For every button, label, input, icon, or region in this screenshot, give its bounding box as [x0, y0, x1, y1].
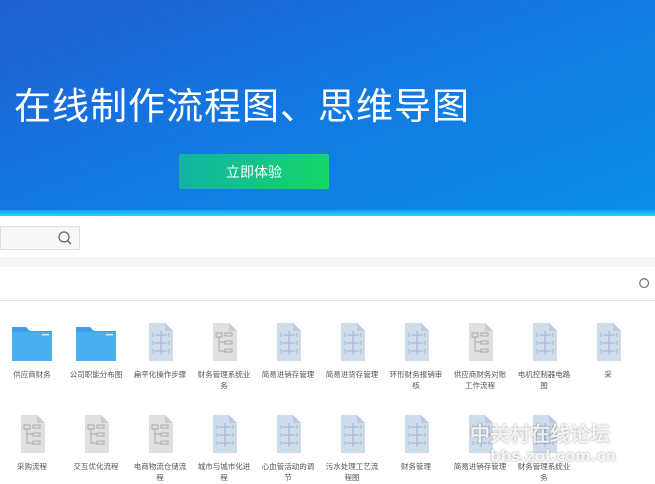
template-label: 供应商财务	[13, 370, 51, 379]
template-item[interactable]: 污水处理工艺流程图	[320, 415, 384, 483]
template-file-icon	[140, 323, 180, 361]
template-file-icon	[396, 415, 436, 453]
banner-edge	[0, 210, 655, 216]
template-label: 心血管活动的调节	[261, 462, 315, 482]
template-label: 采购流程	[17, 462, 47, 471]
template-label: 环形财务报销审核	[389, 370, 443, 390]
hero-title: 在线制作流程图、思维导图	[14, 85, 470, 128]
template-file-icon	[268, 415, 308, 453]
hero-banner: 在线制作流程图、思维导图 立即体验	[0, 0, 655, 216]
template-label: 电机控制器电路图	[517, 370, 571, 390]
template-file-icon	[140, 415, 180, 453]
template-label: 财务管理	[401, 462, 431, 471]
template-item[interactable]: 简易进货存管理	[320, 323, 384, 380]
watermark-line1: 中关村在线论坛	[470, 422, 610, 446]
template-file-icon	[396, 323, 436, 361]
search-input[interactable]	[0, 226, 80, 250]
template-item[interactable]: 供应商财务对账工作流程	[448, 323, 512, 391]
template-label: 简易进销存管理	[261, 370, 315, 379]
template-item[interactable]: 采	[576, 323, 640, 380]
template-file-icon	[12, 415, 52, 453]
template-label: 供应商财务对账工作流程	[453, 370, 507, 390]
watermark-line2: bbs.zol.com.cn	[490, 447, 617, 465]
template-item[interactable]: 财务管理	[384, 415, 448, 472]
template-item[interactable]: 环形财务报销审核	[384, 323, 448, 391]
template-file-icon	[204, 415, 244, 453]
template-item[interactable]: 财务管理系统业务	[192, 323, 256, 391]
folder-icon	[12, 323, 52, 361]
watermark: 中关村在线论坛 bbs.zol.com.cn	[470, 418, 616, 465]
template-label: 扁平化操作步骤	[133, 370, 187, 379]
search-icon[interactable]	[638, 277, 652, 291]
template-item[interactable]: 城市与城市化进程	[192, 415, 256, 483]
template-item[interactable]: 公司职能分布图	[64, 323, 128, 380]
search-icon[interactable]	[57, 230, 73, 246]
template-item[interactable]: 心血管活动的调节	[256, 415, 320, 483]
template-item[interactable]: 采购流程	[0, 415, 64, 472]
template-label: 城市与城市化进程	[197, 462, 251, 482]
template-label: 采	[604, 370, 612, 379]
template-label: 污水处理工艺流程图	[325, 462, 379, 482]
template-label: 电商物流仓储流程	[133, 462, 187, 482]
template-item[interactable]: 电商物流仓储流程	[128, 415, 192, 483]
divider	[0, 257, 655, 267]
template-file-icon	[524, 323, 564, 361]
template-file-icon	[268, 323, 308, 361]
try-now-button[interactable]: 立即体验	[179, 154, 329, 189]
template-file-icon	[588, 323, 628, 361]
template-label: 公司职能分布图	[69, 370, 123, 379]
template-item[interactable]: 扁平化操作步骤	[128, 323, 192, 380]
template-file-icon	[204, 323, 244, 361]
folder-icon	[76, 323, 116, 361]
template-file-icon	[76, 415, 116, 453]
template-file-icon	[332, 415, 372, 453]
template-file-icon	[332, 323, 372, 361]
template-label: 交互优化流程	[73, 462, 119, 471]
template-item[interactable]: 供应商财务	[0, 323, 64, 380]
template-file-icon	[460, 323, 500, 361]
template-item[interactable]: 交互优化流程	[64, 415, 128, 472]
template-item[interactable]: 简易进销存管理	[256, 323, 320, 380]
template-toolbar	[0, 267, 655, 301]
template-label: 财务管理系统业务	[197, 370, 251, 390]
template-item[interactable]: 电机控制器电路图	[512, 323, 576, 391]
template-label: 简易进货存管理	[325, 370, 379, 379]
